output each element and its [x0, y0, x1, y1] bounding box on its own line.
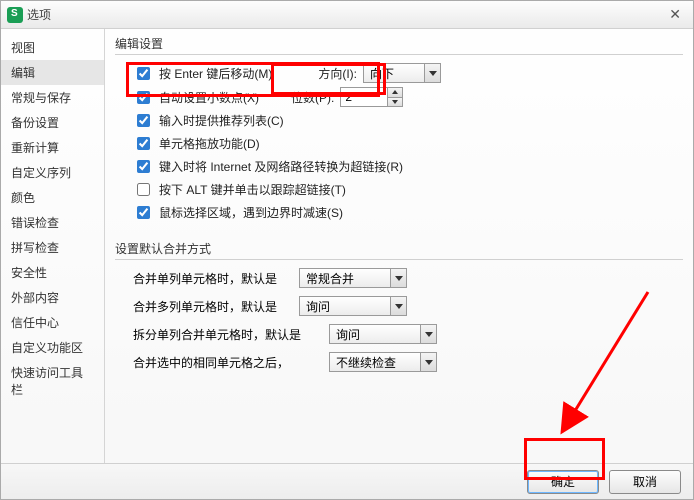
row-merge-2: 合并多列单元格时，默认是 询问: [133, 296, 683, 316]
sidebar-item[interactable]: 错误检查: [1, 210, 104, 235]
spinner-places[interactable]: [340, 87, 403, 107]
combo-merge-1[interactable]: 常规合并: [299, 268, 407, 288]
label-enter-move: 按 Enter 键后移动(M): [159, 65, 272, 82]
checkbox-enter-move[interactable]: [137, 67, 150, 80]
checkbox-alt-click[interactable]: [137, 183, 150, 196]
sidebar-item[interactable]: 颜色: [1, 185, 104, 210]
label-url-link: 键入时将 Internet 及网络路径转换为超链接(R): [159, 158, 403, 175]
chevron-down-icon[interactable]: [420, 325, 436, 343]
sidebar-item[interactable]: 自定义功能区: [1, 335, 104, 360]
content-pane: 编辑设置 按 Enter 键后移动(M) 方向(I): 向下 自动设置小数点(X…: [105, 29, 693, 463]
label-merge-1: 合并单列单元格时，默认是: [133, 270, 293, 287]
close-icon[interactable]: ✕: [663, 6, 687, 23]
section-title-edit: 编辑设置: [115, 35, 683, 55]
input-places[interactable]: [341, 88, 387, 106]
sidebar-item[interactable]: 重新计算: [1, 135, 104, 160]
row-merge-4: 合并选中的相同单元格之后， 不继续检查: [133, 352, 683, 372]
sidebar-item[interactable]: 信任中心: [1, 310, 104, 335]
checkbox-mouse-select[interactable]: [137, 206, 150, 219]
label-merge-3: 拆分单列合并单元格时，默认是: [133, 326, 323, 343]
row-alt-click: 按下 ALT 键并单击以跟踪超链接(T): [133, 180, 683, 199]
row-input-suggest: 输入时提供推荐列表(C): [133, 111, 683, 130]
checkbox-drag-fill[interactable]: [137, 137, 150, 150]
label-merge-2: 合并多列单元格时，默认是: [133, 298, 293, 315]
sidebar: 视图编辑常规与保存备份设置重新计算自定义序列颜色错误检查拼写检查安全性外部内容信…: [1, 29, 105, 463]
label-places: 位数(P):: [291, 89, 334, 106]
label-auto-decimal: 自动设置小数点(X): [159, 89, 259, 106]
sidebar-item[interactable]: 快速访问工具栏: [1, 360, 104, 402]
sidebar-item[interactable]: 外部内容: [1, 285, 104, 310]
row-merge-1: 合并单列单元格时，默认是 常规合并: [133, 268, 683, 288]
combo-merge-2-value: 询问: [300, 298, 390, 315]
combo-merge-1-value: 常规合并: [300, 270, 390, 287]
options-dialog: 选项 ✕ 视图编辑常规与保存备份设置重新计算自定义序列颜色错误检查拼写检查安全性…: [0, 0, 694, 500]
combo-merge-3[interactable]: 询问: [329, 324, 437, 344]
row-merge-3: 拆分单列合并单元格时，默认是 询问: [133, 324, 683, 344]
chevron-down-icon[interactable]: [390, 269, 406, 287]
checkbox-input-suggest[interactable]: [137, 114, 150, 127]
row-drag-fill: 单元格拖放功能(D): [133, 134, 683, 153]
ok-button[interactable]: 确定: [527, 470, 599, 494]
spinner-up-icon[interactable]: [388, 88, 402, 97]
label-direction: 方向(I):: [318, 65, 357, 82]
combo-merge-4[interactable]: 不继续检查: [329, 352, 437, 372]
titlebar: 选项 ✕: [1, 1, 693, 29]
footer: 确定 取消: [1, 463, 693, 499]
combo-direction-value: 向下: [364, 65, 424, 82]
sidebar-item[interactable]: 编辑: [1, 60, 104, 85]
sidebar-item[interactable]: 拼写检查: [1, 235, 104, 260]
chevron-down-icon[interactable]: [420, 353, 436, 371]
sidebar-item[interactable]: 自定义序列: [1, 160, 104, 185]
combo-merge-4-value: 不继续检查: [330, 354, 420, 371]
checkbox-auto-decimal[interactable]: [137, 91, 150, 104]
label-alt-click: 按下 ALT 键并单击以跟踪超链接(T): [159, 181, 346, 198]
label-input-suggest: 输入时提供推荐列表(C): [159, 112, 284, 129]
row-auto-decimal: 自动设置小数点(X) 位数(P):: [133, 87, 683, 107]
sidebar-item[interactable]: 安全性: [1, 260, 104, 285]
spinner-down-icon[interactable]: [388, 97, 402, 107]
section-title-merge: 设置默认合并方式: [115, 240, 683, 260]
checkbox-url-link[interactable]: [137, 160, 150, 173]
combo-merge-3-value: 询问: [330, 326, 420, 343]
sidebar-item[interactable]: 备份设置: [1, 110, 104, 135]
sidebar-item[interactable]: 常规与保存: [1, 85, 104, 110]
row-mouse-select: 鼠标选择区域，遇到边界时减速(S): [133, 203, 683, 222]
label-drag-fill: 单元格拖放功能(D): [159, 135, 260, 152]
label-mouse-select: 鼠标选择区域，遇到边界时减速(S): [159, 204, 343, 221]
cancel-button[interactable]: 取消: [609, 470, 681, 494]
row-enter-move: 按 Enter 键后移动(M) 方向(I): 向下: [133, 63, 683, 83]
dialog-body: 视图编辑常规与保存备份设置重新计算自定义序列颜色错误检查拼写检查安全性外部内容信…: [1, 29, 693, 463]
sidebar-item[interactable]: 视图: [1, 35, 104, 60]
window-title: 选项: [27, 6, 51, 23]
row-url-link: 键入时将 Internet 及网络路径转换为超链接(R): [133, 157, 683, 176]
combo-merge-2[interactable]: 询问: [299, 296, 407, 316]
combo-direction[interactable]: 向下: [363, 63, 441, 83]
chevron-down-icon[interactable]: [424, 64, 440, 82]
app-icon: [7, 7, 23, 23]
chevron-down-icon[interactable]: [390, 297, 406, 315]
label-merge-4: 合并选中的相同单元格之后，: [133, 354, 323, 371]
